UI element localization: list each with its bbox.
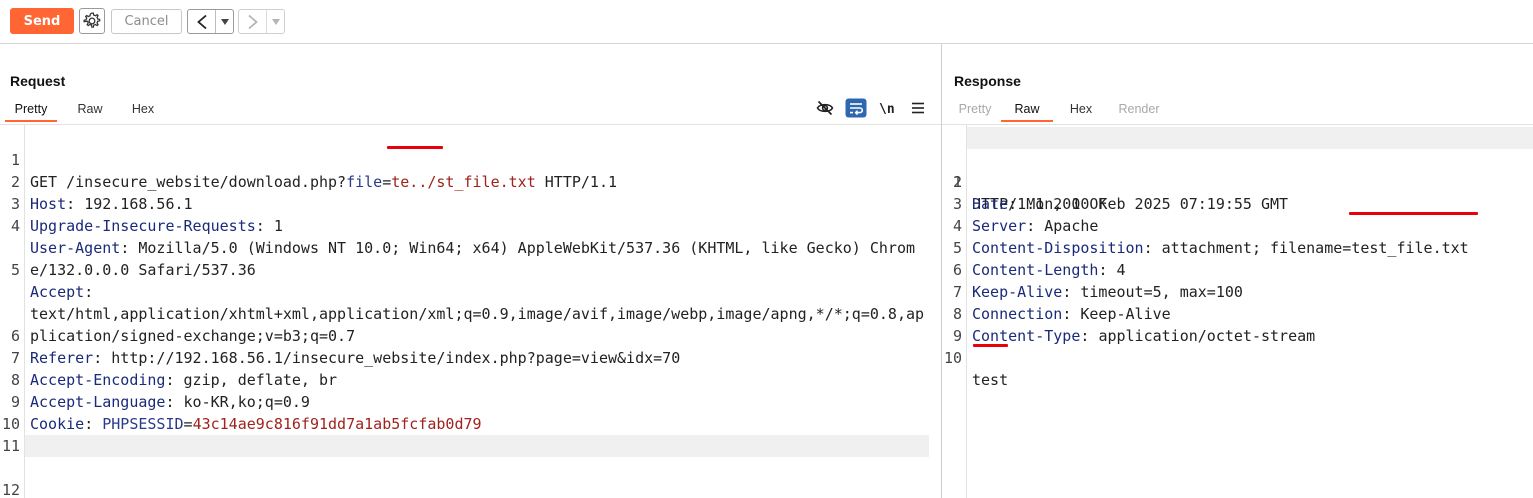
response-line-2: 2 Date: Mon, 10 Feb 2025 07:19:55 GMT: [942, 149, 1533, 213]
response-code: 1 HTTP/1.1 200 OK 2 Date: Mon, 10 Feb 20…: [942, 127, 1533, 389]
request-line-4: 4 User-Agent: Mozilla/5.0 (Windows NT 10…: [0, 193, 941, 279]
back-nav-group: [187, 9, 234, 34]
request-line-3: 3 Upgrade-Insecure-Requests: 1: [0, 171, 941, 235]
chevron-right-icon: [247, 14, 258, 29]
request-line-8: 8 Accept-Language: ko-KR,ko;q=0.9: [0, 347, 941, 411]
caret-down-icon: [271, 18, 280, 25]
response-line-8: 8 Content-Type: application/octet-stream: [942, 281, 1533, 345]
request-tabs: Pretty Raw Hex: [5, 100, 163, 122]
line-number: 10: [943, 349, 962, 367]
annotation-underline: [1349, 212, 1478, 215]
tab-hex[interactable]: Hex: [123, 100, 163, 122]
newline-icon: \n: [879, 102, 895, 117]
svg-text:\n: \n: [879, 102, 895, 117]
line-number: 5: [10, 261, 20, 279]
request-line-1: 1 GET /insecure_website/download.php?fil…: [0, 127, 941, 191]
request-line-6: 6 Referer: http://192.168.56.1/insecure_…: [0, 303, 941, 367]
tab-raw[interactable]: Raw: [57, 100, 123, 122]
hide-non-printable-button[interactable]: [814, 97, 836, 119]
tab-render[interactable]: Render: [1109, 100, 1169, 122]
cancel-button[interactable]: Cancel: [111, 9, 182, 34]
tab-pretty[interactable]: Pretty: [5, 100, 57, 122]
forward-history-dropdown[interactable]: [266, 10, 284, 33]
more-options-button[interactable]: [907, 97, 929, 119]
eye-off-icon: [816, 100, 834, 116]
header-key: Accept: [30, 283, 85, 301]
line-number: 12: [1, 481, 20, 498]
word-wrap-button[interactable]: [845, 97, 867, 119]
request-line-2: 2 Host: 192.168.56.1: [0, 149, 941, 213]
tab-raw[interactable]: Raw: [1001, 100, 1053, 122]
response-line-9: 9: [942, 303, 1533, 345]
request-pane: Request Pretty Raw Hex \n 1 GET /insecur…: [0, 44, 941, 498]
response-line-6: 6 Keep-Alive: timeout=5, max=100: [942, 237, 1533, 301]
show-newlines-button[interactable]: \n: [876, 97, 898, 119]
request-code: 1 GET /insecure_website/download.php?fil…: [0, 127, 941, 498]
tab-hex[interactable]: Hex: [1053, 100, 1109, 122]
request-line-5: 5 Accept: text/html,application/xhtml+xm…: [0, 237, 941, 345]
annotation-underline: [973, 344, 1008, 347]
chevron-left-icon: [196, 14, 207, 29]
current-line-highlight: [967, 127, 1533, 149]
response-body: test: [972, 371, 1009, 389]
response-title: Response: [954, 73, 1021, 89]
request-line-12: 12: [0, 435, 941, 498]
toolbar: Send Cancel: [0, 0, 1533, 44]
response-tabs: Pretty Raw Hex Render: [949, 100, 1169, 122]
response-line-10: 10 test: [942, 325, 1533, 389]
forward-nav-group: [238, 9, 285, 34]
word-wrap-icon: [845, 98, 867, 118]
response-pane: Response Pretty Raw Hex Render 1 HTTP/1.…: [942, 44, 1533, 498]
response-line-1: 1 HTTP/1.1 200 OK: [942, 127, 1533, 213]
settings-button[interactable]: [79, 8, 105, 34]
back-history-dropdown[interactable]: [215, 10, 233, 33]
request-line-10: 10 Connection: keep-alive: [0, 391, 941, 456]
menu-icon: [912, 102, 924, 114]
send-button[interactable]: Send: [10, 8, 74, 34]
forward-button[interactable]: [239, 10, 266, 33]
request-line-7: 7 Accept-Encoding: gzip, deflate, br: [0, 325, 941, 389]
tab-pretty[interactable]: Pretty: [949, 100, 1001, 122]
gear-icon: [83, 12, 101, 28]
request-editor[interactable]: 1 GET /insecure_website/download.php?fil…: [0, 124, 941, 498]
request-line-11: 11: [0, 413, 941, 455]
response-line-3: 3 Server: Apache: [942, 171, 1533, 235]
request-view-options: \n: [812, 97, 934, 121]
response-line-7: 7 Connection: Keep-Alive: [942, 259, 1533, 323]
request-line-9: 9 Cookie: PHPSESSID=43c14ae9c816f91dd7a1…: [0, 369, 941, 433]
response-editor[interactable]: 1 HTTP/1.1 200 OK 2 Date: Mon, 10 Feb 20…: [942, 124, 1533, 498]
line-number: 4: [10, 217, 20, 235]
request-title: Request: [10, 73, 66, 89]
caret-down-icon: [220, 18, 229, 25]
current-line-highlight: [25, 435, 929, 457]
response-line-5: 5 Content-Length: 4: [942, 215, 1533, 279]
annotation-underline: [387, 146, 443, 149]
back-button[interactable]: [188, 10, 215, 33]
